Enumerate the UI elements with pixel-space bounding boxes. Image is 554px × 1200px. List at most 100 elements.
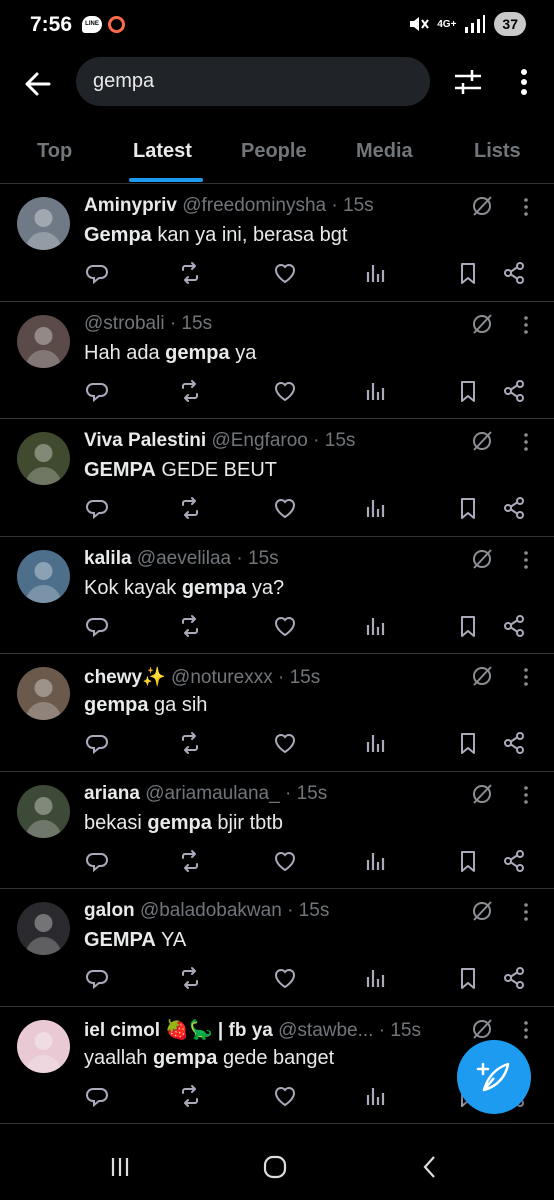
compose-button[interactable] xyxy=(457,1040,531,1114)
retweet-button[interactable] xyxy=(177,260,203,286)
avatar[interactable] xyxy=(17,314,70,368)
bookmark-button[interactable] xyxy=(455,613,481,639)
author-name[interactable]: iel cimol 🍓🦕 | fb ya xyxy=(84,1020,273,1041)
grok-button[interactable] xyxy=(470,429,494,453)
bookmark-button[interactable] xyxy=(455,848,481,874)
grok-button[interactable] xyxy=(470,312,494,336)
grok-button[interactable] xyxy=(470,664,494,688)
bookmark-button[interactable] xyxy=(455,730,481,756)
like-button[interactable] xyxy=(272,848,298,874)
tweet-more-button[interactable] xyxy=(518,196,534,218)
reply-button[interactable] xyxy=(84,378,110,404)
views-button[interactable] xyxy=(362,613,388,639)
tweet-row[interactable]: kalila @aevelilaa · 15s Kok kayak gempa … xyxy=(0,537,554,654)
tweet-more-button[interactable] xyxy=(518,314,534,336)
home-button[interactable] xyxy=(260,1152,290,1182)
views-button[interactable] xyxy=(362,495,388,521)
grok-button[interactable] xyxy=(470,1017,494,1041)
author-handle[interactable]: @baladobakwan xyxy=(140,900,282,921)
author-name[interactable]: galon xyxy=(84,900,135,921)
views-button[interactable] xyxy=(362,848,388,874)
tweet-row[interactable]: Viva Palestini @Engfaroo · 15s GEMPA GED… xyxy=(0,419,554,537)
tweet-more-button[interactable] xyxy=(518,901,534,923)
retweet-button[interactable] xyxy=(177,1083,203,1109)
retweet-button[interactable] xyxy=(177,848,203,874)
reply-button[interactable] xyxy=(84,730,110,756)
tweet-row[interactable]: Aminypriv @freedominysha · 15s Gempa kan… xyxy=(0,184,554,302)
views-button[interactable] xyxy=(362,260,388,286)
reply-button[interactable] xyxy=(84,495,110,521)
avatar[interactable] xyxy=(17,197,70,250)
bookmark-button[interactable] xyxy=(455,378,481,404)
author-name[interactable]: Viva Palestini xyxy=(84,430,206,451)
retweet-button[interactable] xyxy=(177,965,203,991)
search-filter-button[interactable] xyxy=(450,64,486,100)
avatar[interactable] xyxy=(17,432,70,485)
more-options-button[interactable] xyxy=(510,64,538,100)
back-nav-button[interactable] xyxy=(415,1152,445,1182)
share-button[interactable] xyxy=(501,378,527,404)
grok-button[interactable] xyxy=(470,547,494,571)
tab-media[interactable]: Media xyxy=(356,140,413,163)
retweet-button[interactable] xyxy=(177,378,203,404)
views-button[interactable] xyxy=(362,378,388,404)
like-button[interactable] xyxy=(272,495,298,521)
author-handle[interactable]: @Engfaroo xyxy=(211,430,307,451)
tweet-more-button[interactable] xyxy=(518,784,534,806)
tweet-row[interactable]: chewy✨ @noturexxx · 15s gempa ga sih xyxy=(0,654,554,772)
grok-button[interactable] xyxy=(470,782,494,806)
avatar[interactable] xyxy=(17,1019,70,1073)
avatar[interactable] xyxy=(17,667,70,720)
author-name[interactable]: ariana xyxy=(84,783,140,804)
tweet-more-button[interactable] xyxy=(518,549,534,571)
reply-button[interactable] xyxy=(84,1083,110,1109)
like-button[interactable] xyxy=(272,260,298,286)
tweet-row[interactable]: galon @baladobakwan · 15s GEMPA YA xyxy=(0,889,554,1007)
share-button[interactable] xyxy=(501,848,527,874)
like-button[interactable] xyxy=(272,965,298,991)
tab-lists[interactable]: Lists xyxy=(474,140,521,163)
tweet-row[interactable]: ariana @ariamaulana_ · 15s bekasi gempa … xyxy=(0,772,554,889)
author-handle[interactable]: @ariamaulana_ xyxy=(145,783,279,804)
tweet-more-button[interactable] xyxy=(518,431,534,453)
author-handle[interactable]: @strobali xyxy=(84,313,165,334)
share-button[interactable] xyxy=(501,730,527,756)
like-button[interactable] xyxy=(272,730,298,756)
tab-people[interactable]: People xyxy=(241,140,307,163)
search-input[interactable]: gempa xyxy=(76,57,430,106)
recent-apps-button[interactable] xyxy=(105,1152,135,1182)
share-button[interactable] xyxy=(501,613,527,639)
grok-button[interactable] xyxy=(470,194,494,218)
retweet-button[interactable] xyxy=(177,730,203,756)
author-name[interactable]: kalila xyxy=(84,548,132,569)
retweet-button[interactable] xyxy=(177,613,203,639)
share-button[interactable] xyxy=(501,495,527,521)
author-name[interactable]: chewy✨ xyxy=(84,667,166,688)
author-handle[interactable]: @freedominysha xyxy=(182,195,326,216)
bookmark-button[interactable] xyxy=(455,965,481,991)
share-button[interactable] xyxy=(501,260,527,286)
avatar[interactable] xyxy=(17,549,70,603)
tab-latest[interactable]: Latest xyxy=(133,140,192,163)
author-handle[interactable]: @noturexxx xyxy=(171,667,273,688)
tweet-more-button[interactable] xyxy=(518,1019,534,1041)
like-button[interactable] xyxy=(272,1083,298,1109)
bookmark-button[interactable] xyxy=(455,495,481,521)
like-button[interactable] xyxy=(272,378,298,404)
reply-button[interactable] xyxy=(84,613,110,639)
bookmark-button[interactable] xyxy=(455,260,481,286)
author-name[interactable]: Aminypriv xyxy=(84,195,177,216)
reply-button[interactable] xyxy=(84,848,110,874)
avatar[interactable] xyxy=(17,784,70,838)
views-button[interactable] xyxy=(362,1083,388,1109)
retweet-button[interactable] xyxy=(177,495,203,521)
reply-button[interactable] xyxy=(84,965,110,991)
author-handle[interactable]: @stawbe... xyxy=(278,1020,373,1041)
like-button[interactable] xyxy=(272,613,298,639)
share-button[interactable] xyxy=(501,965,527,991)
author-handle[interactable]: @aevelilaa xyxy=(137,548,231,569)
avatar[interactable] xyxy=(17,902,70,955)
views-button[interactable] xyxy=(362,965,388,991)
views-button[interactable] xyxy=(362,730,388,756)
grok-button[interactable] xyxy=(470,899,494,923)
